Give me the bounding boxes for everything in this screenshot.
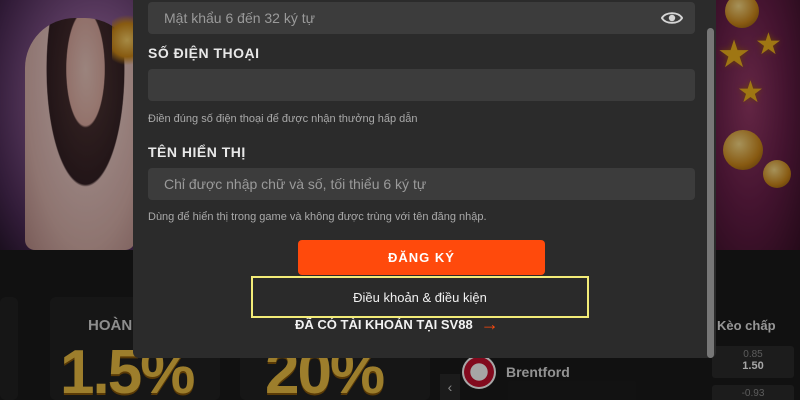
password-field[interactable] <box>148 2 695 34</box>
phone-field[interactable] <box>148 69 695 101</box>
terms-link[interactable]: Điều khoản & điều kiện <box>251 276 589 318</box>
password-input[interactable] <box>148 2 695 34</box>
page: ★ ★ ★ HOÀN 1.5% 20% ‹ Brentford Kèo chấp… <box>0 0 800 400</box>
phone-hint: Điền đúng số điện thoại để được nhận thư… <box>148 113 418 125</box>
display-name-label: TÊN HIỂN THỊ <box>148 144 246 160</box>
login-link-label: ĐÃ CÓ TÀI KHOẢN TẠI SV88 <box>295 316 473 332</box>
eye-icon[interactable] <box>661 9 683 27</box>
display-name-hint: Dùng để hiển thị trong game và không đượ… <box>148 211 487 223</box>
register-button[interactable]: ĐĂNG KÝ <box>298 240 545 275</box>
phone-input[interactable] <box>148 69 695 101</box>
modal-scrollbar[interactable] <box>707 28 714 358</box>
display-name-field[interactable] <box>148 168 695 200</box>
display-name-input[interactable] <box>148 168 695 200</box>
phone-label: SỐ ĐIỆN THOẠI <box>148 45 260 61</box>
